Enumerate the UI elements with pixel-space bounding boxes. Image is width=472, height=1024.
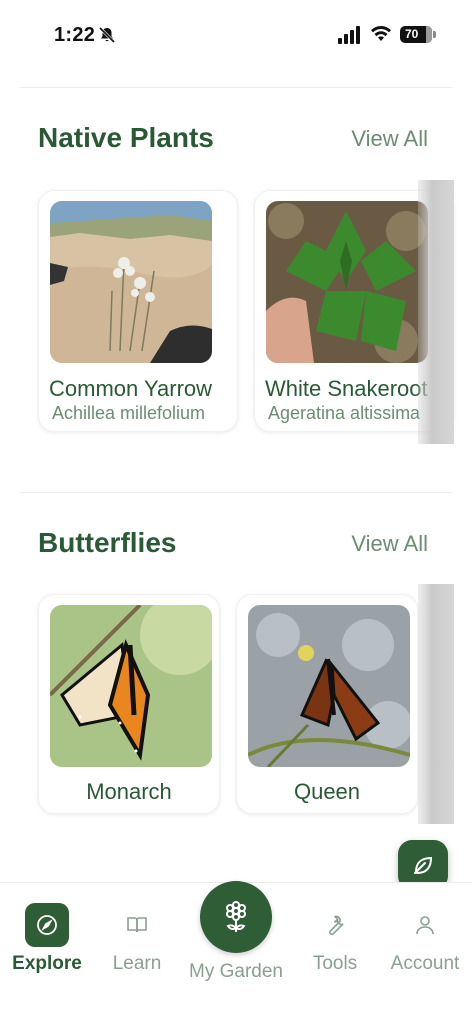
section-title-native-plants: Native Plants [38,122,214,153]
plant-name: Common Yarrow [49,376,213,401]
cellular-signal-icon [338,26,360,44]
section-title-butterflies: Butterflies [38,527,177,558]
view-all-butterflies-button[interactable]: View All [351,531,428,557]
status-time: 1:22 [54,24,96,46]
butterfly-card-monarch[interactable]: Monarch [38,594,220,814]
home-indicator [166,1005,306,1010]
plant-latin-name: Achillea millefolium [52,403,206,423]
nav-my-garden-label[interactable]: My Garden [170,961,302,983]
bell-slash-icon [98,26,116,44]
queen-photo [248,605,410,767]
nav-account-label: Account [390,953,460,974]
user-icon [403,903,447,947]
top-divider [20,87,452,88]
plant-card-common-yarrow[interactable]: Common Yarrow Achillea millefolium [38,190,238,432]
nav-explore[interactable]: Explore [2,903,92,975]
flower-icon [226,901,246,932]
nav-explore-label: Explore [12,953,82,974]
wifi-icon [371,25,391,41]
nav-account[interactable]: Account [380,903,470,975]
scroll-edge-fade [418,180,454,444]
battery-icon: 70 [400,26,436,43]
monarch-photo [50,605,212,767]
wrench-icon [313,903,357,947]
battery-level: 70 [405,27,419,41]
leaf-icon [414,856,433,874]
nav-tools-label: Tools [312,953,358,974]
status-bar: 1:22 70 [0,0,472,64]
bottom-nav: Explore Learn My Garden Tools Account [0,881,472,1024]
plant-latin-name: Ageratina altissima [268,403,421,423]
view-all-native-plants-button[interactable]: View All [351,126,428,152]
plant-name: White Snakeroot [265,376,428,401]
compass-icon [25,903,69,947]
white-snakeroot-photo [266,201,428,363]
butterfly-name: Monarch [86,779,172,804]
nav-learn-label: Learn [112,953,162,974]
butterfly-name: Queen [293,779,361,804]
scroll-edge-fade [418,584,454,824]
section-divider [20,492,452,493]
butterfly-card-queen[interactable]: Queen [236,594,418,814]
book-icon [115,903,159,947]
common-yarrow-photo [50,201,212,363]
nav-tools[interactable]: Tools [290,903,380,975]
nav-my-garden-button[interactable] [200,881,272,953]
nav-learn[interactable]: Learn [92,903,182,975]
